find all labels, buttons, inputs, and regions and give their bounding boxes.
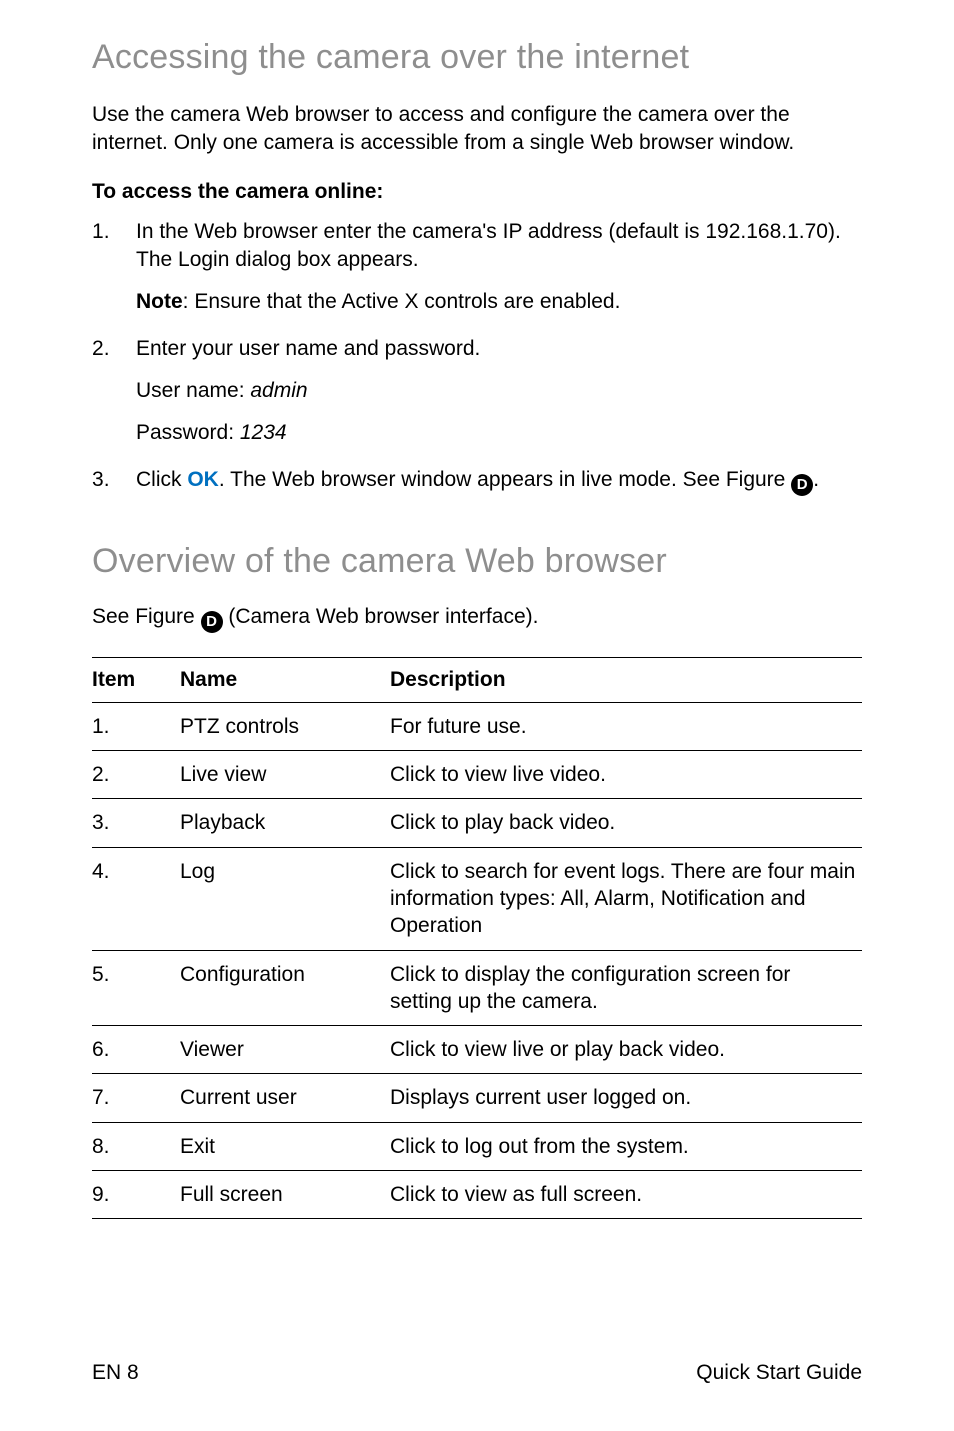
- cell-desc: Click to view live or play back video.: [390, 1026, 862, 1074]
- table-row: 9. Full screen Click to view as full scr…: [92, 1171, 862, 1219]
- note-text: : Ensure that the Active X controls are …: [183, 290, 621, 313]
- cell-desc: Click to view as full screen.: [390, 1171, 862, 1219]
- step-1-note: Note: Ensure that the Active X controls …: [136, 288, 862, 316]
- cell-item: 6.: [92, 1026, 180, 1074]
- note-label: Note: [136, 290, 183, 313]
- cell-name: Full screen: [180, 1171, 390, 1219]
- cell-name: Live view: [180, 751, 390, 799]
- step-2-password: Password: 1234: [136, 419, 862, 447]
- table-row: 3. Playback Click to play back video.: [92, 799, 862, 847]
- password-label: Password:: [136, 421, 240, 444]
- steps-list: In the Web browser enter the camera's IP…: [92, 218, 862, 496]
- heading-overview: Overview of the camera Web browser: [92, 542, 862, 581]
- cell-name: Playback: [180, 799, 390, 847]
- cell-name: Configuration: [180, 950, 390, 1026]
- figure-d-icon: D: [201, 611, 223, 633]
- cell-desc: Displays current user logged on.: [390, 1074, 862, 1122]
- table-row: 5. Configuration Click to display the co…: [92, 950, 862, 1026]
- table-row: 4. Log Click to search for event logs. T…: [92, 847, 862, 950]
- cell-desc: Click to view live video.: [390, 751, 862, 799]
- password-value: 1234: [240, 421, 287, 444]
- table-row: 6. Viewer Click to view live or play bac…: [92, 1026, 862, 1074]
- cell-item: 5.: [92, 950, 180, 1026]
- cell-item: 8.: [92, 1122, 180, 1170]
- cell-name: PTZ controls: [180, 702, 390, 750]
- cell-name: Viewer: [180, 1026, 390, 1074]
- table-header-row: Item Name Description: [92, 657, 862, 702]
- cell-desc: Click to log out from the system.: [390, 1122, 862, 1170]
- cell-item: 7.: [92, 1074, 180, 1122]
- table-row: 8. Exit Click to log out from the system…: [92, 1122, 862, 1170]
- footer-right: Quick Start Guide: [696, 1361, 862, 1385]
- description-table: Item Name Description 1. PTZ controls Fo…: [92, 657, 862, 1220]
- header-item: Item: [92, 657, 180, 702]
- cell-desc: For future use.: [390, 702, 862, 750]
- footer-left: EN 8: [92, 1361, 139, 1385]
- see-suffix: (Camera Web browser interface).: [223, 605, 539, 628]
- cell-desc: Click to search for event logs. There ar…: [390, 847, 862, 950]
- cell-item: 3.: [92, 799, 180, 847]
- username-label: User name:: [136, 379, 250, 402]
- table-row: 1. PTZ controls For future use.: [92, 702, 862, 750]
- table-row: 7. Current user Displays current user lo…: [92, 1074, 862, 1122]
- cell-name: Log: [180, 847, 390, 950]
- header-description: Description: [390, 657, 862, 702]
- step-3-prefix: Click: [136, 468, 187, 491]
- cell-desc: Click to display the configuration scree…: [390, 950, 862, 1026]
- step-2: Enter your user name and password. User …: [92, 335, 862, 448]
- cell-desc: Click to play back video.: [390, 799, 862, 847]
- page-footer: EN 8 Quick Start Guide: [92, 1361, 862, 1385]
- cell-item: 1.: [92, 702, 180, 750]
- header-name: Name: [180, 657, 390, 702]
- ok-button-text: OK: [187, 468, 219, 491]
- see-prefix: See Figure: [92, 605, 201, 628]
- step-1-text: In the Web browser enter the camera's IP…: [136, 220, 841, 271]
- table-body: 1. PTZ controls For future use. 2. Live …: [92, 702, 862, 1219]
- heading-accessing: Accessing the camera over the internet: [92, 38, 862, 77]
- step-2-username: User name: admin: [136, 377, 862, 405]
- cell-name: Current user: [180, 1074, 390, 1122]
- see-figure-line: See Figure D (Camera Web browser interfa…: [92, 605, 862, 633]
- step-1: In the Web browser enter the camera's IP…: [92, 218, 862, 317]
- cell-item: 4.: [92, 847, 180, 950]
- step-3-mid: . The Web browser window appears in live…: [219, 468, 791, 491]
- procedure-title: To access the camera online:: [92, 180, 862, 204]
- step-3-suffix: .: [813, 468, 819, 491]
- cell-name: Exit: [180, 1122, 390, 1170]
- step-2-text: Enter your user name and password.: [136, 337, 480, 360]
- username-value: admin: [250, 379, 307, 402]
- intro-paragraph: Use the camera Web browser to access and…: [92, 101, 862, 158]
- step-3: Click OK. The Web browser window appears…: [92, 466, 862, 496]
- table-row: 2. Live view Click to view live video.: [92, 751, 862, 799]
- cell-item: 2.: [92, 751, 180, 799]
- cell-item: 9.: [92, 1171, 180, 1219]
- figure-d-icon: D: [791, 474, 813, 496]
